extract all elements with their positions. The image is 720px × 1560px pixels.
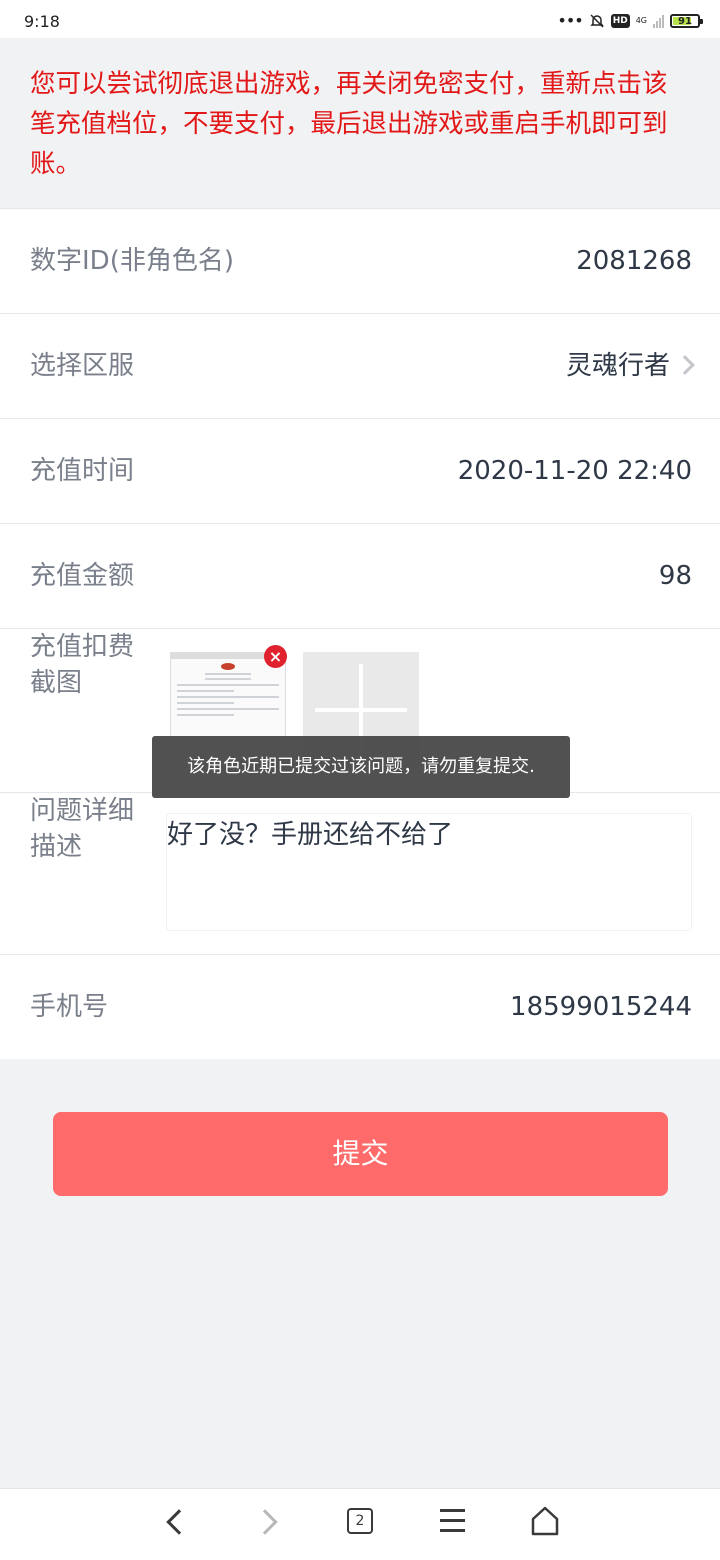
server-label: 选择区服	[30, 351, 135, 381]
status-icons: ••• HD 4G 91	[557, 11, 703, 31]
submit-button[interactable]: 提交	[53, 1112, 668, 1196]
battery-icon: 91	[670, 14, 703, 28]
hd-icon: HD	[610, 14, 630, 28]
home-icon[interactable]	[531, 1506, 559, 1536]
time-row[interactable]: 充值时间 2020-11-20 22:40	[0, 418, 720, 523]
chevron-right-icon[interactable]	[675, 355, 695, 375]
id-input[interactable]: 2081268	[576, 209, 692, 313]
phone-label: 手机号	[30, 992, 109, 1022]
server-select[interactable]: 灵魂行者	[566, 314, 670, 418]
more-dots-icon: •••	[557, 11, 583, 30]
phone-row[interactable]: 手机号 18599015244	[0, 954, 720, 1059]
signal-icon	[653, 14, 664, 28]
status-bar: 9:18 ••• HD 4G 91	[0, 0, 720, 38]
description-label: 问题详细描述	[30, 796, 135, 862]
network-label: 4G	[635, 16, 647, 25]
server-row[interactable]: 选择区服 灵魂行者	[0, 313, 720, 418]
recharge-form: 数字ID(非角色名) 2081268 选择区服 灵魂行者 充值时间 2020-1…	[0, 208, 720, 1059]
description-row: 问题详细描述 好了没？手册还给不给了	[0, 792, 720, 954]
id-row[interactable]: 数字ID(非角色名) 2081268	[0, 208, 720, 313]
browser-bottom-nav: 2	[0, 1488, 720, 1560]
network-type: 4G	[636, 17, 647, 25]
amount-row[interactable]: 充值金额 98	[0, 523, 720, 628]
mute-bell-icon	[589, 14, 604, 28]
time-input[interactable]: 2020-11-20 22:40	[458, 419, 692, 523]
forward-arrow-icon[interactable]	[252, 1509, 278, 1535]
tabs-count-icon[interactable]: 2	[347, 1508, 373, 1534]
phone-input[interactable]: 18599015244	[510, 955, 692, 1059]
battery-level: 91	[678, 15, 692, 27]
amount-input[interactable]: 98	[659, 524, 692, 628]
toast-message: 该角色近期已提交过该问题，请勿重复提交.	[152, 736, 570, 798]
status-time: 9:18	[24, 12, 60, 31]
menu-icon[interactable]	[440, 1509, 465, 1533]
amount-label: 充值金额	[30, 561, 135, 591]
screenshot-label: 充值扣费截图	[30, 632, 135, 698]
notice-panel: 您可以尝试彻底退出游戏，再关闭免密支付，重新点击该笔充值档位，不要支付，最后退出…	[0, 38, 720, 208]
time-label: 充值时间	[30, 456, 135, 486]
delete-screenshot-close-icon[interactable]: ×	[264, 645, 287, 668]
description-textarea[interactable]: 好了没？手册还给不给了	[166, 813, 692, 931]
notice-text: 您可以尝试彻底退出游戏，再关闭免密支付，重新点击该笔充值档位，不要支付，最后退出…	[30, 69, 668, 179]
id-label: 数字ID(非角色名)	[30, 246, 234, 276]
back-arrow-icon[interactable]	[166, 1509, 192, 1535]
